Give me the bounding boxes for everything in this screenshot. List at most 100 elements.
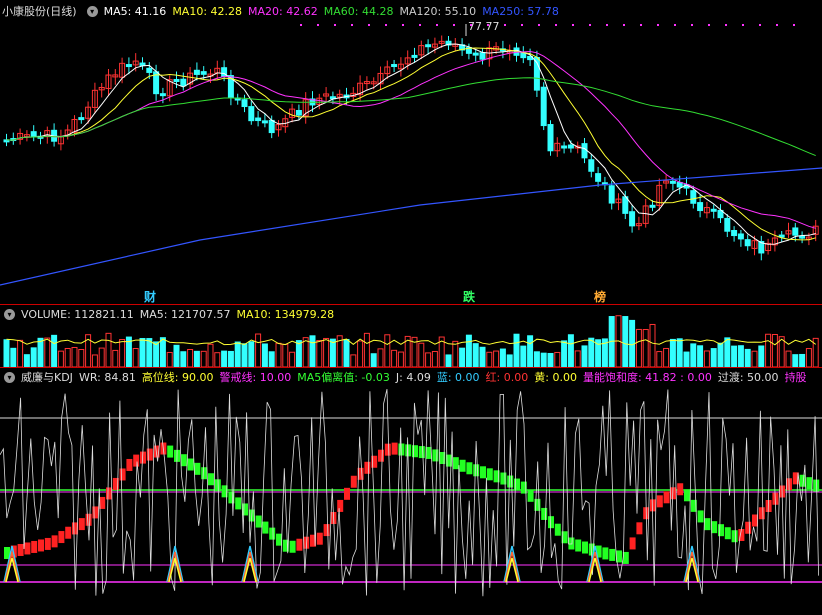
kdj-block (670, 487, 677, 500)
volume-bar (105, 332, 112, 367)
candle-body (411, 54, 418, 58)
volume-bar (656, 351, 663, 367)
kdj-block (480, 466, 486, 479)
candle-body (690, 190, 697, 204)
volume-bar (173, 344, 180, 367)
volume-bar (289, 351, 296, 367)
candle-body (248, 106, 255, 122)
kdj-block (473, 464, 480, 477)
top-dot (674, 24, 676, 26)
kdj-block (432, 449, 439, 462)
volume-bar (227, 350, 234, 367)
candle-body (261, 120, 268, 124)
kdj-block (731, 530, 738, 543)
volume-bar (187, 348, 194, 367)
volume-bar (377, 348, 384, 367)
ma-legend: MA5: 41.16 MA10: 42.28 MA20: 42.62 MA60: 44… (104, 5, 565, 18)
chevron-down-icon[interactable]: ▾ (4, 371, 15, 383)
price-header: 小康股份(日线) ▾ MA5: 41.16 MA10: 42.28 MA20: 42… (0, 2, 571, 20)
volume-bar (261, 343, 268, 367)
volume-bar (71, 346, 78, 367)
price-pane[interactable]: 小康股份(日线) ▾ MA5: 41.16 MA10: 42.28 MA20: 42… (0, 0, 822, 305)
candle-body (629, 211, 636, 227)
marker-bang: 榜 (594, 290, 607, 304)
candle-body (268, 119, 275, 134)
volume-bar (418, 342, 425, 367)
kdj-block (126, 458, 133, 471)
kdj-block (384, 443, 391, 456)
volume-bar (792, 354, 799, 367)
kdj-block (323, 524, 330, 537)
volume-legend: VOLUME: 112821.11 MA5: 121707.57 MA10: 134… (21, 308, 340, 321)
candle-body (697, 202, 704, 212)
kdj-block (378, 449, 384, 462)
ma-line (6, 47, 816, 241)
volume-bar (309, 335, 316, 367)
volume-bar (119, 339, 126, 367)
volume-bar (275, 342, 282, 367)
kdj-block (242, 503, 248, 516)
kdj-block (133, 454, 140, 467)
kdj-block (350, 475, 357, 488)
volume-bar (452, 340, 459, 367)
volume-bar (710, 348, 717, 367)
volume-bar (724, 337, 731, 367)
candle-body (479, 52, 486, 60)
kdj-block (106, 487, 112, 500)
candle-body (724, 217, 731, 232)
kdj-block (316, 532, 323, 545)
marker-die: 跌 (463, 290, 476, 304)
kdj-block (548, 516, 554, 529)
volume-bar (30, 347, 37, 367)
kdj-block (412, 445, 418, 458)
candle-body (125, 64, 132, 68)
top-dot (470, 24, 472, 26)
volume-bar (697, 345, 704, 367)
candle-body (588, 159, 595, 172)
legend-label: MA20: 42.62 (248, 4, 318, 18)
top-dot (419, 24, 421, 26)
top-dot (487, 24, 489, 26)
volume-bar (642, 329, 649, 367)
candle-body (193, 69, 200, 75)
top-dot (504, 24, 506, 26)
price-chart[interactable]: 77.77 (0, 0, 822, 305)
candle-body (255, 117, 262, 122)
volume-bar (323, 337, 330, 367)
legend-label: J: 4.09 (395, 371, 431, 384)
candle-body (792, 227, 799, 236)
kdj-block (724, 527, 731, 540)
top-dot (436, 24, 438, 26)
kdj-block (180, 454, 187, 467)
volume-bar (472, 343, 479, 367)
candle-body (595, 173, 602, 182)
candle-body (425, 44, 432, 48)
chevron-down-icon[interactable]: ▾ (4, 308, 15, 320)
volume-pane[interactable]: ▾ VOLUME: 112821.11 MA5: 121707.57 MA10: 1… (0, 305, 822, 367)
kdj-block (17, 543, 24, 556)
volume-bar (465, 334, 472, 367)
kdj-block (718, 524, 724, 537)
volume-bar (486, 351, 493, 367)
indicator-chart[interactable] (0, 368, 822, 615)
top-dot (725, 24, 727, 26)
chevron-down-icon[interactable]: ▾ (86, 5, 98, 17)
volume-bar (98, 347, 105, 367)
kdj-block (602, 547, 609, 560)
volume-bar (431, 350, 438, 367)
top-dot (368, 24, 370, 26)
legend-label: MA250: 57.78 (482, 4, 559, 18)
indicator-pane[interactable]: ▾ 威廉与KDJ WR: 84.81 高位线: 90.00 警戒线: 10.00 MA5… (0, 368, 822, 615)
volume-bar (166, 351, 173, 367)
top-dot (776, 24, 778, 26)
kdj-block (51, 535, 58, 548)
volume-bar (520, 345, 527, 367)
volume-bar (159, 337, 166, 367)
candle-body (561, 145, 568, 149)
volume-bar (758, 345, 765, 367)
volume-bar (234, 341, 241, 367)
kdj-block (677, 483, 684, 496)
volume-bar (214, 352, 221, 367)
kdj-block (609, 548, 616, 561)
kdj-block (418, 446, 425, 459)
